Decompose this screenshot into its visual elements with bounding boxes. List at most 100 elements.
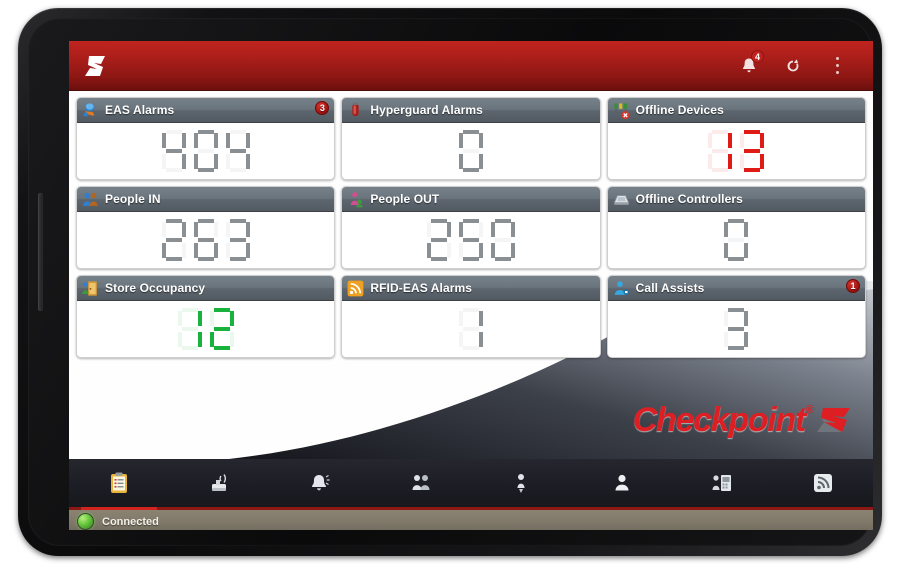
tile-header: Call Assists 1 — [607, 276, 865, 301]
app-bar: 4 — [69, 41, 873, 91]
tile-body — [607, 123, 865, 179]
device-side-button-left[interactable] — [38, 193, 43, 311]
offline-device-icon — [614, 102, 630, 119]
tile-title: Hyperguard Alarms — [370, 103, 483, 117]
tile-title: Store Occupancy — [105, 281, 206, 295]
kebab-menu-icon — [835, 57, 839, 60]
tile-hyperguard-alarms[interactable]: Hyperguard Alarms — [341, 97, 601, 180]
tile-header: EAS Alarms 3 — [77, 98, 335, 123]
seven-segment-digit — [458, 130, 484, 172]
rfid-signal-icon — [347, 280, 364, 296]
tile-call-assists[interactable]: Call Assists 1 — [606, 275, 866, 358]
seven-segment-digit — [490, 219, 516, 261]
tile-rfid-eas-alarms[interactable]: RFID-EAS Alarms — [341, 275, 601, 358]
tab-devices[interactable] — [170, 459, 271, 507]
call-assist-person-icon — [614, 280, 629, 295]
seven-segment-digit — [193, 219, 219, 261]
tab-controllers[interactable] — [672, 459, 773, 507]
tile-header: RFID-EAS Alarms — [342, 276, 600, 301]
tab-dashboard[interactable] — [69, 459, 170, 510]
tile-body — [77, 123, 335, 179]
refresh-button[interactable] — [771, 45, 815, 87]
tile-header: Hyperguard Alarms — [342, 98, 600, 123]
brand-wordmark: Checkpoint — [632, 401, 806, 439]
checkpoint-parallelogram-mark — [817, 408, 850, 432]
tile-value-display — [426, 219, 516, 261]
tile-title: People IN — [105, 192, 161, 206]
tile-value-display — [723, 308, 749, 350]
status-bar: Connected — [69, 510, 873, 530]
antenna-pedestal-icon — [211, 474, 226, 491]
tablet-device: 4 EAS Alarms 3 Hyperguard Alarms Offline… — [18, 8, 882, 556]
tile-body — [342, 212, 600, 268]
tile-badge: 3 — [315, 101, 330, 115]
person-pin-icon — [517, 474, 525, 493]
tile-title: EAS Alarms — [105, 103, 175, 117]
people-out-icon — [351, 191, 363, 207]
notifications-button[interactable]: 4 — [727, 45, 771, 87]
hyperguard-tag-icon — [352, 102, 359, 116]
tile-body — [607, 301, 865, 357]
tile-header: People OUT — [342, 187, 600, 212]
tablet-screen: 4 EAS Alarms 3 Hyperguard Alarms Offline… — [69, 41, 873, 530]
tile-value-display — [161, 219, 251, 261]
tile-value-display — [177, 308, 235, 350]
bottom-tab-bar — [69, 459, 873, 510]
seven-segment-digit — [161, 219, 187, 261]
tab-assists[interactable] — [572, 459, 673, 507]
tile-title: Offline Devices — [635, 103, 724, 117]
metric-tiles-grid: EAS Alarms 3 Hyperguard Alarms Offline Devi… — [69, 91, 873, 358]
clipboard-icon — [111, 472, 128, 493]
rfid-feed-icon — [813, 474, 832, 492]
kebab-menu-icon — [835, 71, 839, 74]
seven-segment-digit — [707, 130, 733, 172]
tile-people-in[interactable]: People IN — [76, 186, 336, 269]
tile-value-display — [723, 219, 749, 261]
people-group-icon — [412, 475, 430, 490]
tab-alarms[interactable] — [270, 459, 371, 507]
people-in-icon — [82, 192, 98, 206]
tile-body — [77, 301, 335, 357]
seven-segment-digit — [458, 308, 484, 350]
notifications-badge: 4 — [751, 49, 764, 63]
tile-title: RFID-EAS Alarms — [370, 281, 473, 295]
tab-people[interactable] — [371, 459, 472, 507]
tile-value-display — [458, 130, 484, 172]
tile-header: People IN — [77, 187, 335, 212]
seven-segment-digit — [723, 308, 749, 350]
controller-panel-icon — [712, 475, 732, 491]
tile-eas-alarms[interactable]: EAS Alarms 3 — [76, 97, 336, 180]
connection-status-led — [77, 513, 94, 530]
seven-segment-digit — [739, 130, 765, 172]
offline-controller-icon — [613, 194, 629, 205]
dashboard-content: EAS Alarms 3 Hyperguard Alarms Offline Devi… — [69, 91, 873, 459]
seven-segment-digit — [225, 130, 251, 172]
tile-header: Offline Controllers — [607, 187, 865, 212]
seven-segment-digit — [426, 219, 452, 261]
tab-occupancy[interactable] — [471, 459, 572, 507]
tile-body — [607, 212, 865, 268]
checkpoint-logo-icon[interactable] — [81, 51, 111, 81]
connection-status-text: Connected — [102, 515, 159, 528]
tile-value-display — [458, 308, 484, 350]
tile-header: Offline Devices — [607, 98, 865, 123]
seven-segment-digit — [458, 219, 484, 261]
tile-badge: 1 — [846, 279, 860, 293]
tile-body — [77, 212, 335, 268]
tile-body — [342, 301, 600, 357]
tile-people-out[interactable]: People OUT — [341, 186, 601, 269]
seven-segment-digit — [161, 130, 187, 172]
tab-rfid[interactable] — [773, 459, 874, 507]
tile-value-display — [161, 130, 251, 172]
person-silhouette-icon — [615, 474, 629, 491]
tile-offline-controllers[interactable]: Offline Controllers — [606, 186, 866, 269]
seven-segment-digit — [225, 219, 251, 261]
tile-store-occupancy[interactable]: Store Occupancy — [76, 275, 336, 358]
tile-title: Offline Controllers — [635, 192, 743, 206]
overflow-menu-button[interactable] — [815, 45, 859, 87]
tile-value-display — [707, 130, 765, 172]
tile-header: Store Occupancy — [77, 276, 335, 301]
registered-trademark-symbol: ® — [805, 404, 814, 416]
tile-offline-devices[interactable]: Offline Devices — [606, 97, 866, 180]
eas-pedestal-icon — [83, 102, 95, 117]
